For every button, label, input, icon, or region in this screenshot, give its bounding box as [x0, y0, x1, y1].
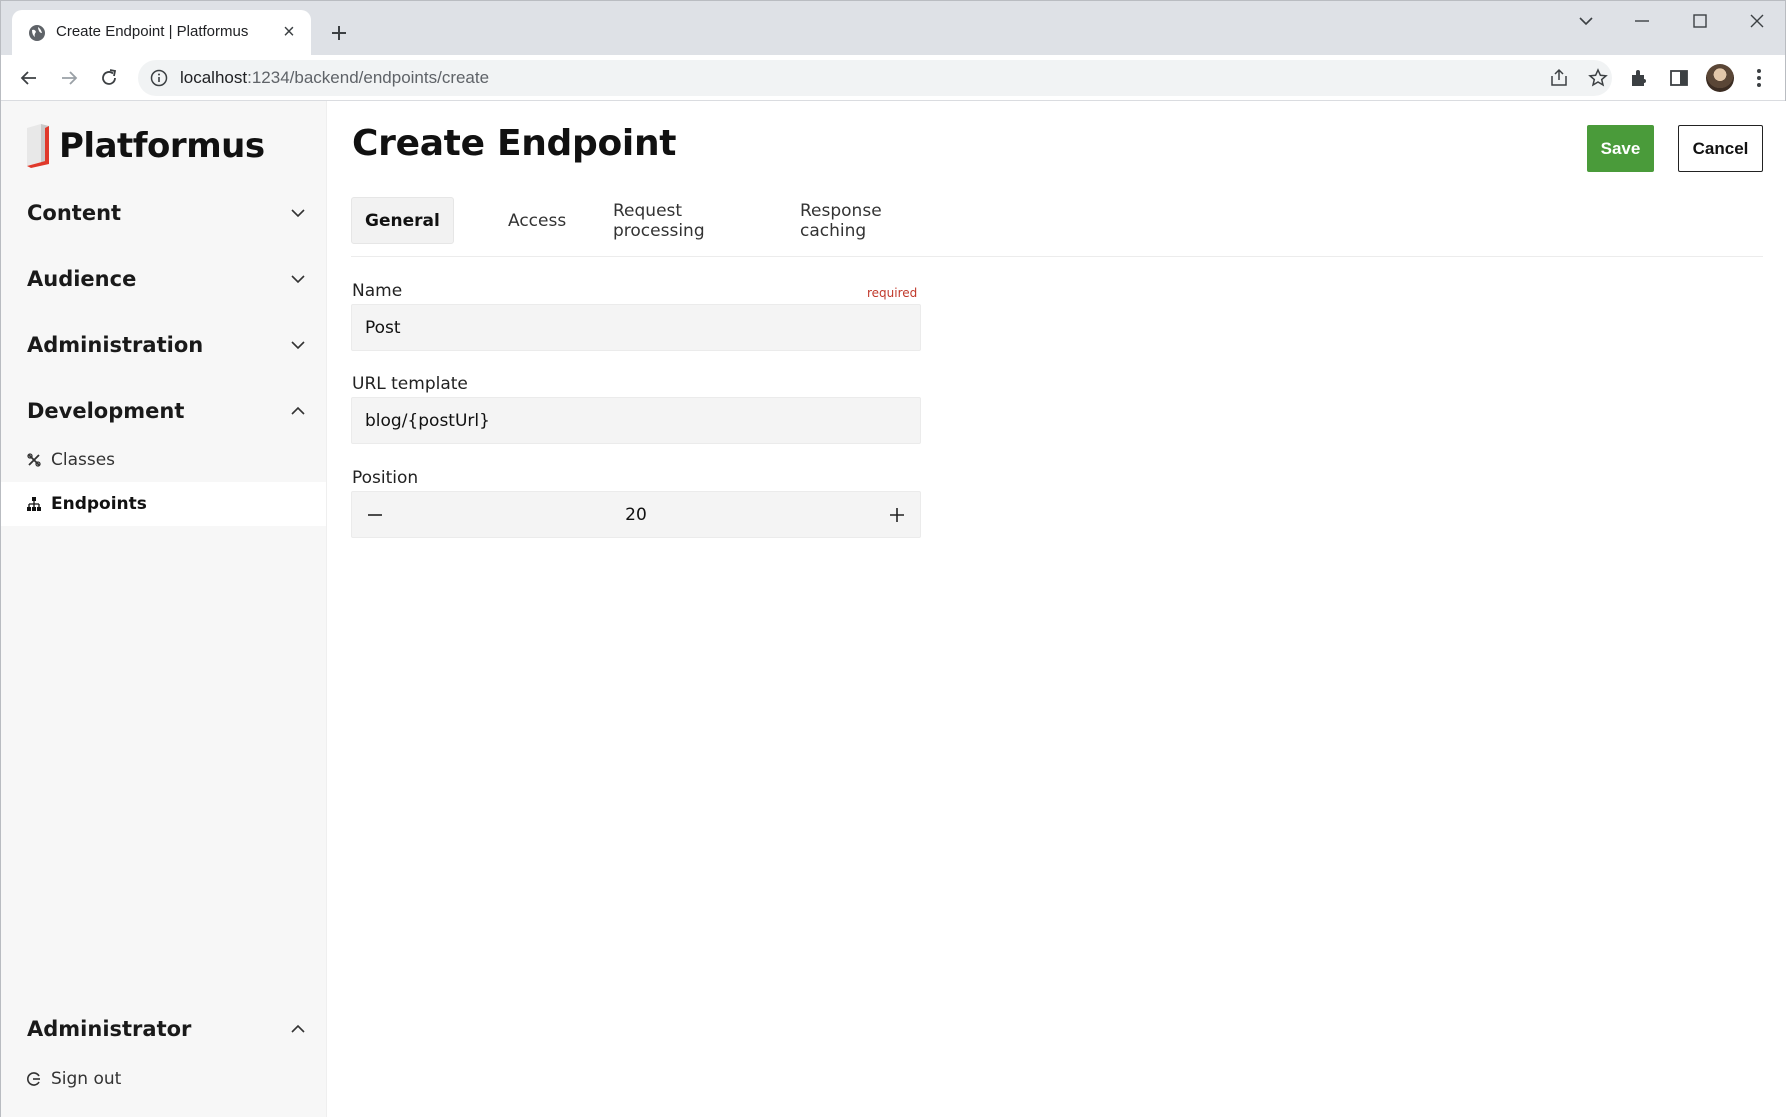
nav-section-development[interactable]: Development	[27, 396, 307, 426]
decrement-icon[interactable]	[352, 492, 398, 537]
window-close-icon[interactable]	[1737, 9, 1777, 33]
tab-title: Create Endpoint | Platformus	[56, 23, 249, 40]
increment-icon[interactable]	[874, 492, 920, 537]
share-icon[interactable]	[1548, 67, 1570, 89]
nav-section-content[interactable]: Content	[27, 198, 307, 228]
profile-avatar[interactable]	[1706, 64, 1734, 92]
nav-section-label: Development	[27, 399, 185, 423]
sidebar-item-label: Endpoints	[51, 494, 147, 514]
close-tab-icon[interactable]: ×	[277, 20, 301, 44]
position-stepper: 20	[351, 491, 921, 538]
url-host: localhost	[180, 68, 248, 87]
name-label: Name	[352, 281, 403, 301]
bookmark-star-icon[interactable]	[1587, 67, 1609, 89]
sidebar-item-classes[interactable]: Classes	[1, 438, 326, 482]
app-root: Platformus Content Audience Administrati…	[1, 101, 1786, 1117]
sidebar-item-label: Classes	[51, 450, 116, 470]
url-text[interactable]: localhost:1234/backend/endpoints/create	[180, 68, 489, 88]
forward-icon[interactable]	[52, 61, 86, 95]
globe-icon	[29, 25, 45, 41]
tab-response-caching[interactable]: Response caching	[800, 197, 882, 244]
chevron-down-icon	[289, 336, 307, 354]
logo-text: Platformus	[59, 126, 265, 166]
position-label: Position	[352, 468, 419, 488]
page-title: Create Endpoint	[352, 123, 677, 164]
tab-general[interactable]: General	[351, 197, 454, 244]
chevron-up-icon	[289, 1020, 307, 1038]
reload-icon[interactable]	[92, 61, 126, 95]
url-path: :1234/backend/endpoints/create	[247, 68, 490, 87]
main-content: Create Endpoint Save Cancel General Acce…	[327, 101, 1786, 1117]
tab-search-icon[interactable]	[1566, 9, 1606, 33]
sidebar-item-endpoints[interactable]: Endpoints	[1, 482, 326, 526]
address-bar[interactable]: localhost:1234/backend/endpoints/create	[138, 60, 1612, 96]
maximize-icon[interactable]	[1680, 9, 1720, 33]
browser-toolbar: localhost:1234/backend/endpoints/create	[1, 55, 1785, 101]
tab-request-processing[interactable]: Request processing	[613, 197, 705, 244]
url-template-field[interactable]: blog/{postUrl}	[351, 397, 921, 444]
endpoints-icon	[27, 497, 41, 511]
nav-section-audience[interactable]: Audience	[27, 264, 307, 294]
browser-window: Create Endpoint | Platformus × localhost…	[0, 0, 1786, 1117]
nav-section-label: Content	[27, 201, 122, 225]
sidebar-item-label: Sign out	[51, 1069, 122, 1089]
extensions-icon[interactable]	[1626, 65, 1652, 91]
required-indicator: required	[867, 286, 918, 300]
tabs-divider	[351, 256, 1763, 257]
nav-section-administration[interactable]: Administration	[27, 330, 307, 360]
minimize-icon[interactable]	[1622, 9, 1662, 33]
logo[interactable]: Platformus	[25, 123, 265, 169]
sidebar: Platformus Content Audience Administrati…	[1, 101, 327, 1117]
tab-access[interactable]: Access	[508, 197, 566, 244]
nav-section-label: Administrator	[27, 1017, 192, 1041]
save-button[interactable]: Save	[1587, 125, 1654, 172]
classes-icon	[27, 453, 41, 467]
browser-tab[interactable]: Create Endpoint | Platformus ×	[12, 10, 311, 55]
position-value[interactable]: 20	[398, 492, 874, 537]
logo-mark-icon	[27, 124, 49, 168]
chevron-up-icon	[289, 402, 307, 420]
sign-out-icon	[27, 1072, 41, 1086]
nav-section-label: Audience	[27, 267, 137, 291]
nav-section-administrator[interactable]: Administrator	[27, 1014, 307, 1044]
site-info-icon[interactable]	[150, 69, 168, 87]
nav-section-label: Administration	[27, 333, 204, 357]
side-panel-icon[interactable]	[1666, 65, 1692, 91]
chevron-down-icon	[289, 270, 307, 288]
cancel-button[interactable]: Cancel	[1678, 125, 1763, 172]
sidebar-item-sign-out[interactable]: Sign out	[1, 1057, 326, 1101]
new-tab-icon[interactable]	[325, 19, 353, 47]
back-icon[interactable]	[12, 61, 46, 95]
menu-kebab-icon[interactable]	[1746, 65, 1772, 91]
url-template-label: URL template	[352, 374, 468, 394]
name-field[interactable]: Post	[351, 304, 921, 351]
title-bar: Create Endpoint | Platformus ×	[1, 1, 1785, 55]
chevron-down-icon	[289, 204, 307, 222]
